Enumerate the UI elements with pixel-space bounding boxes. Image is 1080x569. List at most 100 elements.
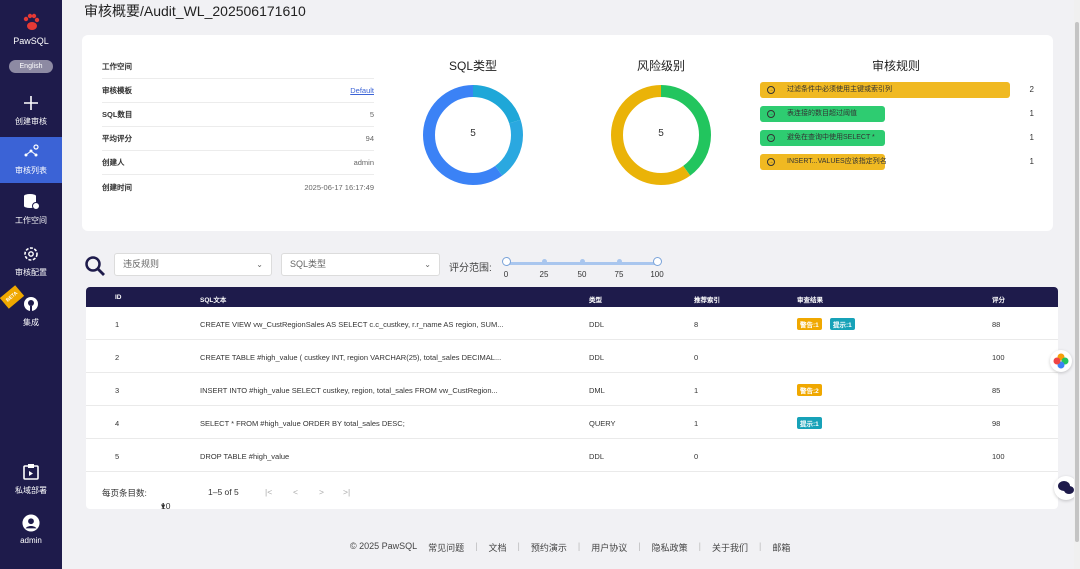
rule-bar[interactable]: → 表连接的数目超过阈值 xyxy=(760,106,885,122)
slider-tick-label: 75 xyxy=(614,270,624,279)
template-link[interactable]: Default xyxy=(350,86,374,95)
rule-bar[interactable]: → 避免在查询中使用SELECT * xyxy=(760,130,885,146)
copyright: © 2025 PawSQL xyxy=(350,541,418,551)
page-scrollbar[interactable] xyxy=(1074,0,1080,569)
score-range-min-handle[interactable] xyxy=(502,257,511,266)
nav-audit-config[interactable]: 审核配置 xyxy=(0,245,62,279)
sidebar: PawSQL English 创建审核 审核列表 工作空间 审核配置 BETA … xyxy=(0,0,62,569)
info-row-avg-score: 平均评分 94 xyxy=(102,127,374,151)
footer-link-faq[interactable]: 常见问题 xyxy=(428,541,464,554)
slider-tick-label: 50 xyxy=(577,270,587,279)
chevron-down-icon: ⌄ xyxy=(424,260,431,269)
table-pagination: 每页条目数: 10 ▾ 1–5 of 5 |< < > >| xyxy=(86,473,1058,509)
rule-bar[interactable]: → INSERT...VALUES应该指定列名 xyxy=(760,154,887,170)
hint-badge[interactable]: 提示:1 xyxy=(830,318,855,330)
arrow-circle-icon: → xyxy=(767,134,775,142)
footer-link-docs[interactable]: 文档 xyxy=(489,541,507,554)
slider-tick-label: 25 xyxy=(539,270,549,279)
hint-badge[interactable]: 提示:1 xyxy=(797,417,822,429)
warning-badge[interactable]: 警告:2 xyxy=(797,384,822,396)
gear-icon xyxy=(24,247,38,261)
sql-text[interactable]: INSERT INTO #high_value SELECT custkey, … xyxy=(200,386,498,395)
rule-count: 2 xyxy=(1029,85,1034,94)
footer-link-demo[interactable]: 预约演示 xyxy=(531,541,567,554)
audit-info-list: 工作空间 审核模板 Default SQL数目 5 平均评分 94 创建人 admin … xyxy=(102,55,374,199)
rule-row[interactable]: → 表连接的数目超过阈值 1 xyxy=(760,104,1034,128)
arrow-circle-icon: → xyxy=(767,110,775,118)
info-row-sql-count: SQL数目 5 xyxy=(102,103,374,127)
sql-text[interactable]: CREATE VIEW vw_CustRegionSales AS SELECT… xyxy=(200,320,503,329)
nav-label: 工作空间 xyxy=(15,216,47,225)
table-row[interactable]: 3 INSERT INTO #high_value SELECT custkey… xyxy=(86,373,1058,406)
rule-row[interactable]: → INSERT...VALUES应该指定列名 1 xyxy=(760,152,1034,176)
arrow-circle-icon: → xyxy=(767,86,775,94)
sql-text[interactable]: SELECT * FROM #high_value ORDER BY total… xyxy=(200,419,405,428)
col-header-score[interactable]: 评分 xyxy=(992,294,1005,304)
chevron-down-icon: ⌄ xyxy=(256,260,263,269)
ai-assistant-button[interactable] xyxy=(1050,350,1072,372)
footer-link-email[interactable]: 邮箱 xyxy=(772,541,790,554)
scrollbar-thumb[interactable] xyxy=(1075,22,1079,542)
audit-list-icon xyxy=(24,144,39,157)
arrow-circle-icon: → xyxy=(767,158,775,166)
table-row[interactable]: 5 DROP TABLE #high_value DDL 0 100 xyxy=(86,439,1058,472)
next-page-button[interactable]: > xyxy=(319,487,324,497)
col-header-result[interactable]: 审查结果 xyxy=(797,294,823,304)
col-header-id[interactable]: ID xyxy=(115,294,122,301)
footer-link-terms[interactable]: 用户协议 xyxy=(591,541,627,554)
plus-icon xyxy=(24,96,38,110)
col-header-type[interactable]: 类型 xyxy=(589,294,602,304)
caret-down-icon: ▾ xyxy=(161,501,166,509)
audit-rules-title: 审核规则 xyxy=(871,59,920,73)
language-button[interactable]: English xyxy=(9,60,53,73)
rule-row[interactable]: → 避免在查询中使用SELECT * 1 xyxy=(760,128,1034,152)
nav-label: 审核列表 xyxy=(15,166,47,175)
nav-create-audit[interactable]: 创建审核 xyxy=(0,92,62,126)
nav-audit-list[interactable]: 审核列表 xyxy=(0,137,62,183)
table-row[interactable]: 1 CREATE VIEW vw_CustRegionSales AS SELE… xyxy=(86,307,1058,340)
nav-integration[interactable]: 集成 xyxy=(0,295,62,329)
rule-count: 1 xyxy=(1029,109,1034,118)
nav-workspace[interactable]: 工作空间 xyxy=(0,193,62,227)
footer-link-privacy[interactable]: 隐私政策 xyxy=(652,541,688,554)
prev-page-button[interactable]: < xyxy=(293,487,298,497)
slider-tick-dot xyxy=(542,259,547,264)
table-row[interactable]: 2 CREATE TABLE #high_value ( custkey INT… xyxy=(86,340,1058,373)
nav-label: 私域部署 xyxy=(15,486,47,495)
nav-label: admin xyxy=(20,536,42,545)
paw-logo-icon xyxy=(23,13,40,30)
warning-badge[interactable]: 警告:1 xyxy=(797,318,822,330)
footer: © 2025 PawSQL 常见问题 | 文档 | 预约演示 | 用户协议 | 隐私政策… xyxy=(350,541,791,554)
sql-text[interactable]: DROP TABLE #high_value xyxy=(200,452,289,461)
slider-tick-label: 100 xyxy=(650,270,664,279)
rule-bar[interactable]: → 过滤条件中必须使用主键或索引列 xyxy=(760,82,1010,98)
database-icon xyxy=(24,194,40,210)
sql-text[interactable]: CREATE TABLE #high_value ( custkey INT, … xyxy=(200,353,501,362)
rule-row[interactable]: → 过滤条件中必须使用主键或索引列 2 xyxy=(760,80,1034,104)
info-row-created-time: 创建时间 2025-06-17 16:17:49 xyxy=(102,182,374,192)
score-range-max-handle[interactable] xyxy=(653,257,662,266)
deploy-icon xyxy=(23,464,39,480)
first-page-button[interactable]: |< xyxy=(265,487,272,497)
nav-private-deploy[interactable]: 私域部署 xyxy=(0,463,62,497)
nav-user[interactable]: admin xyxy=(0,514,62,548)
sql-audit-table: ID SQL文本 类型 推荐索引 审查结果 评分 1 CREATE VIEW v… xyxy=(86,287,1058,509)
rows-per-page-label: 每页条目数: xyxy=(102,488,147,498)
risk-level-chart-title: 风险级别 xyxy=(636,59,685,73)
app-name: PawSQL xyxy=(13,36,49,46)
table-row[interactable]: 4 SELECT * FROM #high_value ORDER BY tot… xyxy=(86,406,1058,439)
flower-icon xyxy=(1053,353,1069,369)
col-header-sql[interactable]: SQL文本 xyxy=(200,294,226,304)
search-icon[interactable] xyxy=(84,255,106,277)
sql-type-chart-title: SQL类型 xyxy=(448,59,497,73)
nav-label: 集成 xyxy=(23,318,39,327)
col-header-index[interactable]: 推荐索引 xyxy=(694,294,720,304)
github-icon xyxy=(24,297,38,311)
rule-filter-select[interactable]: 违反规则 ⌄ xyxy=(114,253,272,276)
last-page-button[interactable]: >| xyxy=(343,487,350,497)
slider-tick-dot xyxy=(617,259,622,264)
app-logo[interactable]: PawSQL xyxy=(0,12,62,46)
footer-link-about[interactable]: 关于我们 xyxy=(712,541,748,554)
audit-rules-list: → 过滤条件中必须使用主键或索引列 2 → 表连接的数目超过阈值 1 → 避免在查询中… xyxy=(760,80,1034,176)
sql-type-filter-select[interactable]: SQL类型 ⌄ xyxy=(281,253,440,276)
